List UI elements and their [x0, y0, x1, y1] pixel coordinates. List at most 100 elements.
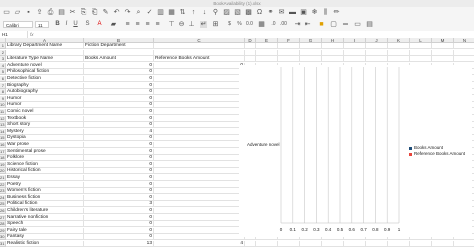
cell-d1[interactable]	[245, 43, 256, 49]
cut-icon[interactable]: ✂	[69, 9, 76, 16]
export-icon[interactable]: ⇪	[36, 9, 43, 16]
cell-i31[interactable]	[344, 241, 366, 247]
undo-icon[interactable]: ↶	[113, 9, 120, 16]
font-color-icon[interactable]: A	[96, 21, 103, 28]
cell-l31[interactable]	[410, 241, 432, 247]
italic-icon[interactable]: I	[63, 21, 70, 28]
cell-h3[interactable]	[322, 56, 344, 63]
cell-a15[interactable]: Dystopia	[6, 135, 84, 142]
cell-c13[interactable]: 0	[154, 122, 245, 129]
image-icon[interactable]: ▨	[223, 9, 230, 16]
special-char-icon[interactable]: Ω	[256, 9, 263, 16]
define-print-icon[interactable]: ▣	[300, 9, 307, 16]
cell-c12[interactable]: 0	[154, 115, 245, 122]
cell-c22[interactable]: 0	[154, 181, 245, 188]
cell-b23[interactable]: 0	[84, 188, 154, 195]
outdent-icon[interactable]: ⇤	[304, 21, 311, 28]
cell-c5[interactable]: 0	[154, 69, 245, 76]
cell-l2[interactable]	[410, 49, 432, 56]
spelling-icon[interactable]: ✓	[146, 9, 153, 16]
cell-b3[interactable]: Books Amount	[84, 56, 154, 63]
cell-e31[interactable]	[256, 241, 278, 247]
cell-a16[interactable]: War prose	[6, 142, 84, 148]
align-center-icon[interactable]: ≡	[134, 21, 141, 28]
cell-c3[interactable]: Reference Books Amount	[154, 56, 245, 63]
cell-c26[interactable]: 0	[154, 208, 245, 214]
cell-b1[interactable]: Fiction Department	[84, 43, 154, 49]
cell-a3[interactable]: Literature Type Name	[6, 56, 84, 63]
cell-a9[interactable]: Humor	[6, 95, 84, 102]
percent-icon[interactable]: %	[236, 21, 243, 28]
cell-a26[interactable]: Children's literature	[6, 208, 84, 214]
cell-b12[interactable]: 0	[84, 115, 154, 122]
sort-desc-icon[interactable]: ↓	[201, 9, 208, 16]
cell-b26[interactable]: 0	[84, 208, 154, 214]
cell-b4[interactable]: 0	[84, 62, 154, 69]
cell-c8[interactable]: 0	[154, 89, 245, 96]
link-icon[interactable]: ⚭	[267, 9, 274, 16]
wrap-text-icon[interactable]: ↵	[200, 21, 207, 28]
cell-h31[interactable]	[322, 241, 344, 247]
cell-a24[interactable]: Business fiction	[6, 194, 84, 201]
cell-j31[interactable]	[366, 241, 388, 247]
sort-asc-icon[interactable]: ↑	[190, 9, 197, 16]
add-decimal-icon[interactable]: .0	[270, 21, 277, 28]
strikethrough-icon[interactable]: S	[84, 21, 91, 28]
formula-input[interactable]	[56, 31, 466, 38]
cell-n3[interactable]	[454, 56, 474, 63]
cell-a8[interactable]: Autobiography	[6, 89, 84, 96]
cell-a29[interactable]: Fairy tale	[6, 227, 84, 234]
cell-k1[interactable]	[388, 43, 410, 49]
cell-a14[interactable]: Mystery	[6, 128, 84, 135]
cell-b6[interactable]: 0	[84, 76, 154, 82]
cell-f2[interactable]	[278, 49, 300, 56]
cell-c16[interactable]: 0	[154, 142, 245, 148]
number-format-icon[interactable]: 0.0	[246, 21, 253, 28]
cell-a25[interactable]: Political fiction	[6, 201, 84, 208]
cell-c31[interactable]: 4	[154, 241, 245, 247]
header-icon[interactable]: ▬	[289, 9, 296, 16]
function-wizard-icon[interactable]: fx	[30, 31, 34, 38]
cell-m2[interactable]	[432, 49, 454, 56]
cell-a17[interactable]: Sentimental prose	[6, 148, 84, 155]
bold-icon[interactable]: B	[54, 21, 61, 28]
cell-a21[interactable]: Essay	[6, 175, 84, 181]
cell-a22[interactable]: Poetry	[6, 181, 84, 188]
align-top-icon[interactable]: ⊤	[168, 21, 175, 28]
cell-c30[interactable]: 0	[154, 234, 245, 241]
cell-a1[interactable]: Library Department Name	[6, 43, 84, 49]
autofilter-icon[interactable]: ⚲	[212, 9, 219, 16]
border-color-icon[interactable]: ▭	[354, 21, 361, 28]
cell-g1[interactable]	[300, 43, 322, 49]
cell-b19[interactable]: 0	[84, 161, 154, 168]
cell-c14[interactable]: 1	[154, 128, 245, 135]
paste-icon[interactable]: ⎗	[91, 9, 98, 16]
cell-l1[interactable]	[410, 43, 432, 49]
cell-d3[interactable]	[245, 56, 256, 63]
cell-c9[interactable]: 0	[154, 95, 245, 102]
find-icon[interactable]: ⌕	[135, 9, 142, 16]
cell-d2[interactable]	[245, 49, 256, 56]
cell-c19[interactable]: 0	[154, 161, 245, 168]
copy-icon[interactable]: ⎘	[80, 9, 87, 16]
cell-c6[interactable]: 0	[154, 76, 245, 82]
align-middle-icon[interactable]: ⊖	[178, 21, 185, 28]
conditional-format-icon[interactable]: ▤	[366, 21, 373, 28]
col-icon[interactable]: ▦	[168, 9, 175, 16]
cell-a5[interactable]: Philosophical fiction	[6, 69, 84, 76]
font-name-box[interactable]: Calibri	[3, 21, 33, 28]
cell-b29[interactable]: 0	[84, 227, 154, 234]
justify-icon[interactable]: ≡	[154, 21, 161, 28]
align-bottom-icon[interactable]: ⊥	[188, 21, 195, 28]
clone-icon[interactable]: ✎	[102, 9, 109, 16]
align-right-icon[interactable]: ≡	[144, 21, 151, 28]
cell-m31[interactable]	[432, 241, 454, 247]
chart[interactable]: Adventure novel Books Amount Reference Bo…	[239, 65, 472, 237]
cell-c17[interactable]: 0	[154, 148, 245, 155]
underline-icon[interactable]: U	[72, 21, 79, 28]
freeze-icon[interactable]: ❄	[311, 9, 318, 16]
cell-c10[interactable]: 0	[154, 102, 245, 109]
cell-b9[interactable]: 0	[84, 95, 154, 102]
cell-b8[interactable]: 0	[84, 89, 154, 96]
cell-a19[interactable]: Science fiction	[6, 161, 84, 168]
